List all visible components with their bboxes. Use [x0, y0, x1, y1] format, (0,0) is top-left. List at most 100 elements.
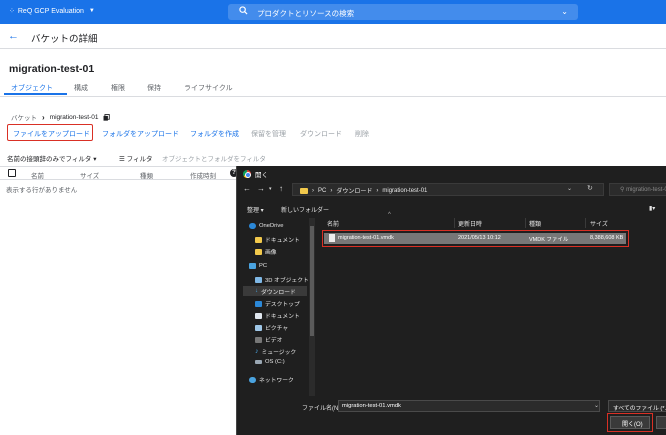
tab-permissions[interactable]: 権限	[111, 83, 125, 93]
upload-file-button[interactable]: ファイルをアップロード	[13, 129, 90, 139]
path-segment[interactable]: migration-test-01	[382, 188, 427, 194]
dialog-search-placeholder: migration-test-01	[626, 187, 666, 193]
column-header-created[interactable]: 作成時刻	[190, 170, 216, 180]
filename-value[interactable]: migration-test-01.vmdk	[342, 403, 401, 409]
download-button[interactable]: ダウンロード	[300, 129, 342, 139]
recent-locations-icon[interactable]: ▾	[269, 186, 272, 192]
search-icon	[239, 6, 248, 15]
filetype-value: すべてのファイル (*.*)	[613, 406, 666, 412]
nav-item-pictures[interactable]: ピクチャ	[255, 323, 288, 332]
filename-label: ファイル名(N):	[302, 406, 342, 412]
nav-item-documents[interactable]: ドキュメント	[255, 235, 300, 244]
chevron-down-icon[interactable]: ⌄	[567, 185, 572, 192]
filter-input[interactable]: オブジェクトとフォルダをフィルタ	[162, 153, 266, 163]
nav-item-label: 画像	[265, 250, 277, 256]
breadcrumb-root[interactable]: バケット	[11, 112, 37, 122]
create-folder-button[interactable]: フォルダを作成	[190, 129, 239, 139]
view-options-icon[interactable]: ▮▾	[649, 205, 655, 212]
search-input[interactable]: プロダクトとリソースの検索	[257, 8, 354, 19]
scrollbar-thumb[interactable]	[310, 226, 314, 336]
select-all-checkbox[interactable]	[8, 169, 16, 177]
nav-item-music[interactable]: ♪ ミュージック	[255, 347, 296, 356]
page-title: バケットの詳細	[31, 34, 98, 45]
nav-item-label: ネットワーク	[259, 378, 294, 384]
nav-item-label: ミュージック	[261, 350, 297, 356]
nav-item-label: ピクチャ	[265, 326, 289, 332]
filter-button[interactable]: ☰ フィルタ	[119, 153, 153, 163]
nav-item-pc[interactable]: PC	[249, 263, 267, 269]
nav-item-onedrive[interactable]: OneDrive	[249, 223, 283, 229]
chevron-down-icon: ▼	[88, 8, 95, 14]
nav-item-label: デスクトップ	[265, 302, 300, 308]
search-bar[interactable]: プロダクトとリソースの検索 ⌄	[228, 4, 578, 20]
chevron-down-icon[interactable]: ⌄	[561, 7, 568, 16]
up-arrow-icon[interactable]: ↑	[279, 184, 283, 193]
organize-button[interactable]: 整理 ▾	[247, 205, 264, 214]
nav-item-network[interactable]: ネットワーク	[249, 375, 294, 384]
nav-item-label: ドキュメント	[265, 238, 300, 244]
column-divider	[525, 218, 526, 228]
back-arrow-icon[interactable]: ←	[8, 30, 19, 42]
tab-configuration[interactable]: 構成	[74, 83, 88, 93]
chevron-down-icon[interactable]: ⌄	[594, 402, 599, 409]
tab-lifecycle[interactable]: ライフサイクル	[184, 83, 233, 93]
folder-icon	[255, 248, 262, 255]
delete-button[interactable]: 削除	[355, 129, 369, 139]
file-open-dialog: 開く ← → ▾ ↑ › PC › ダウンロード › migration-tes…	[236, 166, 666, 435]
back-arrow-icon[interactable]: ←	[243, 184, 251, 193]
cancel-button[interactable]	[656, 416, 666, 429]
top-bar: ⁘ ReQ GCP Evaluation ▼ プロダクトとリソースの検索 ⌄	[0, 0, 666, 24]
active-tab-indicator	[4, 93, 67, 95]
new-folder-button[interactable]: 新しいフォルダー	[281, 205, 329, 214]
picture-icon	[255, 324, 262, 331]
music-icon: ♪	[255, 348, 259, 355]
nav-item-os-drive[interactable]: OS (C:)	[255, 359, 285, 365]
dialog-title-bar: 開く	[243, 169, 268, 179]
organize-label: 整理	[247, 208, 260, 214]
nav-item-documents-pc[interactable]: ドキュメント	[255, 311, 300, 320]
prefix-filter-dropdown[interactable]: 名前の接頭辞のみでフィルタ ▾	[7, 153, 96, 163]
project-selector[interactable]: ⁘ ReQ GCP Evaluation ▼	[9, 7, 95, 16]
dialog-search-input[interactable]: ⚲ migration-test-01	[620, 186, 666, 193]
refresh-icon[interactable]: ↻	[587, 184, 593, 192]
path-segment[interactable]: PC	[318, 188, 326, 194]
nav-item-label: ドキュメント	[265, 314, 300, 320]
forward-arrow-icon[interactable]: →	[257, 184, 265, 193]
nav-item-images[interactable]: 画像	[255, 247, 277, 256]
path-separator: ›	[312, 187, 314, 194]
column-header-size[interactable]: サイズ	[590, 219, 608, 228]
column-header-name[interactable]: 名前	[327, 219, 339, 228]
column-header-size[interactable]: サイズ	[80, 170, 99, 180]
prefix-filter-label: 名前の接頭辞のみでフィルタ	[7, 156, 92, 163]
nav-item-3d-objects[interactable]: 3D オブジェクト	[255, 275, 309, 284]
project-icon: ⁘	[9, 8, 15, 15]
nav-item-desktop[interactable]: デスクトップ	[255, 299, 300, 308]
desktop-icon	[255, 300, 262, 307]
nav-item-downloads[interactable]: ↓ ダウンロード	[243, 286, 307, 296]
project-name: ReQ GCP Evaluation	[17, 7, 84, 15]
copy-icon[interactable]	[103, 113, 111, 121]
filter-icon: ☰	[119, 156, 125, 163]
tab-retention[interactable]: 保持	[147, 83, 161, 93]
cloud-icon	[249, 223, 256, 229]
sort-indicator-icon: ^	[388, 212, 391, 218]
nav-item-label: ビデオ	[265, 338, 283, 344]
tab-objects[interactable]: オブジェクト	[11, 83, 53, 93]
column-header-name[interactable]: 名前	[31, 170, 44, 180]
nav-item-label: 3D オブジェクト	[265, 278, 309, 284]
chrome-icon	[243, 170, 251, 178]
manage-holds-button[interactable]: 保留を管理	[251, 129, 286, 139]
column-header-modified[interactable]: 更新日時	[458, 219, 482, 228]
column-divider	[585, 218, 586, 228]
path-segment[interactable]: ダウンロード	[336, 186, 372, 195]
network-icon	[249, 376, 256, 383]
column-header-type[interactable]: 種類	[529, 219, 541, 228]
computer-icon	[249, 263, 256, 269]
folder-icon	[255, 236, 262, 243]
dialog-title: 開く	[255, 172, 268, 179]
upload-folder-button[interactable]: フォルダをアップロード	[102, 129, 179, 139]
breadcrumb-current: migration-test-01	[49, 113, 99, 121]
column-header-type[interactable]: 種類	[140, 170, 153, 180]
nav-item-videos[interactable]: ビデオ	[255, 335, 282, 344]
drive-icon	[255, 360, 262, 364]
